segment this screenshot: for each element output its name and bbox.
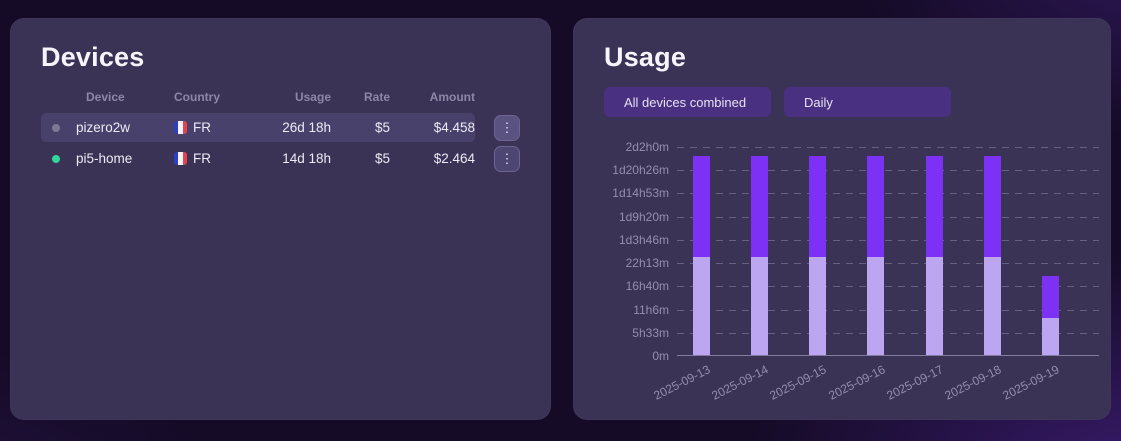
- usage-bar-segment-bottom-segment: [692, 256, 710, 355]
- device-rate: $5: [374, 151, 390, 166]
- col-header-country: Country: [174, 90, 220, 104]
- france-flag-icon: [174, 121, 187, 134]
- col-header-device: Device: [86, 90, 125, 104]
- usage-chart-y-axis: 0m 5h33m 11h6m 16h40m 22h13m 1d3h46m 1d9h20m 1d…: [604, 140, 677, 363]
- y-axis-tick-label: 16h40m: [625, 279, 669, 294]
- gridline: [677, 147, 1099, 148]
- usage-bar-segment-top-segment: [984, 155, 1001, 257]
- device-name: pi5-home: [76, 151, 133, 166]
- y-axis-tick-label: 1d20h26m: [612, 163, 669, 178]
- usage-bar-segment-bottom-segment: [750, 256, 768, 355]
- usage-bar-segment-top-segment: [1042, 275, 1060, 318]
- usage-bar-segment-bottom-segment: [984, 256, 1001, 355]
- y-axis-tick-label: 1d14h53m: [612, 186, 669, 201]
- y-axis-tick-label: 1d9h20m: [618, 209, 669, 224]
- gridline: [677, 286, 1099, 288]
- gridline: [677, 170, 1099, 172]
- y-axis-tick-label: 0m: [652, 349, 669, 363]
- y-axis-tick-label: 1d3h46m: [618, 232, 669, 247]
- y-axis-tick-label: 2d2h0m: [625, 140, 669, 154]
- device-menu-button[interactable]: ⋮: [494, 145, 520, 172]
- device-country: FR: [171, 120, 281, 135]
- usage-bar-segment-bottom-segment: [867, 256, 885, 355]
- devices-panel: Devices Device Country Usage Rate Amount…: [10, 18, 551, 420]
- gridline: [677, 332, 1099, 334]
- status-dot: [52, 123, 60, 132]
- devices-title: Devices: [41, 42, 145, 72]
- interval-filter-select[interactable]: Daily: [784, 87, 951, 117]
- device-menu-button[interactable]: ⋮: [494, 114, 520, 141]
- usage-title: Usage: [604, 42, 687, 72]
- y-axis-tick-label: 5h33m: [632, 325, 669, 340]
- devices-table-header: Device Country Usage Rate Amount: [41, 87, 520, 107]
- device-country: FR: [171, 151, 281, 166]
- col-header-rate: Rate: [363, 90, 390, 104]
- device-rate: $5: [374, 120, 390, 135]
- france-flag-icon: [174, 152, 187, 165]
- devices-table: Device Country Usage Rate Amount pizero2…: [41, 87, 520, 173]
- gridline: [677, 309, 1099, 311]
- device-usage: 14d 18h: [282, 151, 331, 166]
- gridline: [677, 216, 1099, 218]
- usage-bar-segment-top-segment: [750, 155, 768, 257]
- y-axis-tick-label: 11h6m: [633, 302, 669, 317]
- device-name: pizero2w: [76, 120, 131, 135]
- device-amount: $4.458: [433, 120, 475, 135]
- usage-chart: 0m 5h33m 11h6m 16h40m 22h13m 1d3h46m 1d9h20m 1d…: [604, 139, 1099, 405]
- usage-bar-segment-top-segment: [867, 155, 885, 257]
- usage-bar-segment-top-segment: [692, 155, 710, 257]
- device-filter-select[interactable]: All devices combined: [604, 87, 771, 117]
- col-header-amount: Amount: [429, 90, 475, 104]
- kebab-icon: ⋮: [500, 120, 514, 135]
- dashboard: Devices Device Country Usage Rate Amount…: [0, 0, 1121, 441]
- device-usage: 26d 18h: [282, 120, 331, 135]
- gridline: [677, 193, 1099, 195]
- country-code: FR: [193, 151, 211, 166]
- kebab-icon: ⋮: [500, 151, 514, 166]
- usage-bar-segment-bottom-segment: [925, 256, 943, 355]
- usage-bar-segment-top-segment: [925, 155, 943, 257]
- country-code: FR: [193, 120, 211, 135]
- usage-chart-plot: 2025-09-13 2025-09-14 2025-09-15 2025-09-16…: [651, 147, 1099, 403]
- col-header-usage: Usage: [294, 90, 331, 104]
- gridline: [677, 263, 1099, 265]
- usage-bar-segment-bottom-segment: [1042, 317, 1060, 355]
- status-dot: [52, 154, 60, 163]
- y-axis-tick-label: 22h13m: [625, 256, 669, 271]
- table-row-pizero2w[interactable]: pizero2w FR 26d 18h $5 $4.458 ⋮: [41, 113, 520, 142]
- usage-filters: All devices combined Daily: [604, 87, 1080, 117]
- gridline: [677, 239, 1099, 241]
- usage-bar-segment-top-segment: [809, 155, 827, 257]
- usage-bar-segment-bottom-segment: [809, 256, 827, 355]
- usage-panel: Usage All devices combined Daily 0m 5h33m…: [573, 18, 1111, 420]
- device-amount: $2.464: [433, 151, 475, 166]
- table-row-pi5-home[interactable]: pi5-home FR 14d 18h $5 $2.464 ⋮: [41, 144, 520, 173]
